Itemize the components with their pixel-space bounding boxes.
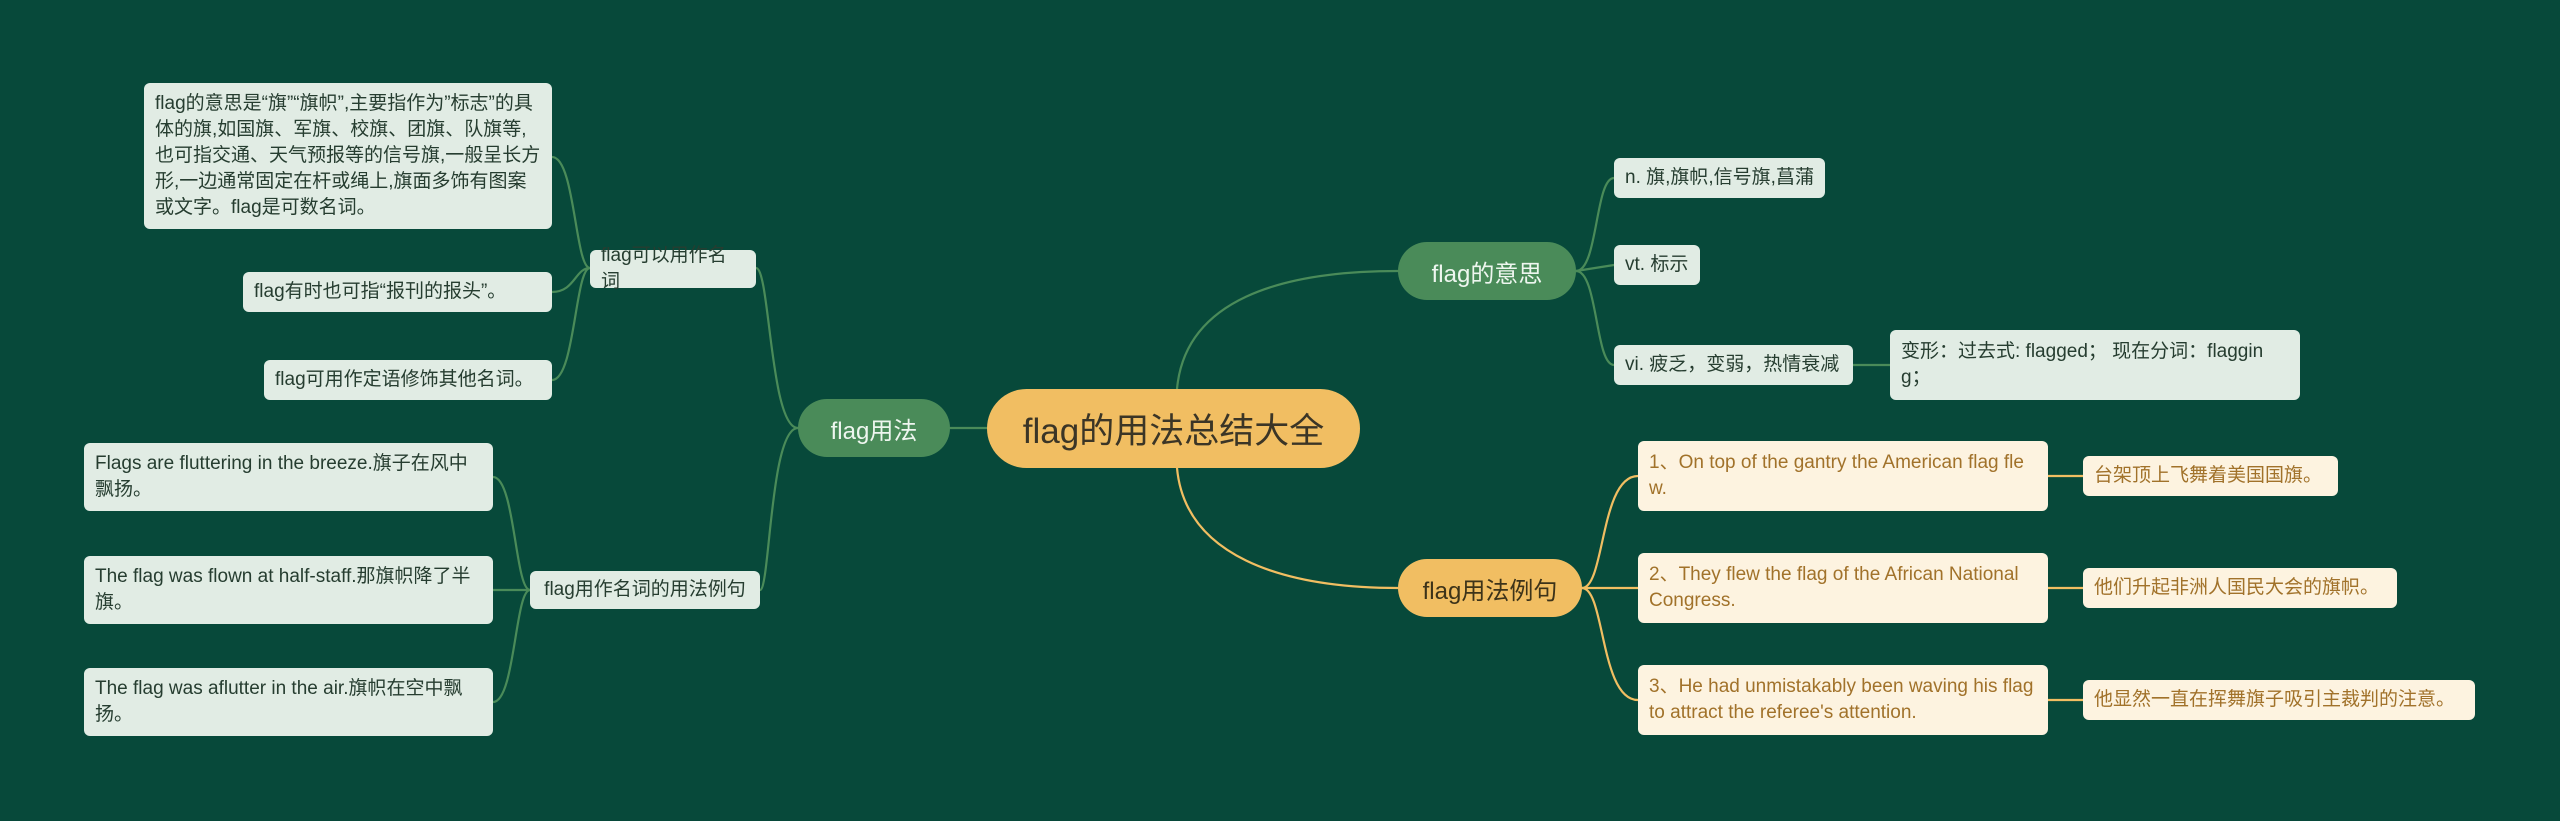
example-sentence-item[interactable]: Flags are fluttering in the breeze.旗子在风中…	[84, 443, 493, 511]
meaning-item[interactable]: vi. 疲乏，变弱，热情衰减	[1614, 345, 1853, 385]
mind-map-canvas: flag的用法总结大全 flag用法 flag可以用作名词 flag用作名词的用…	[0, 0, 2560, 821]
example-translation[interactable]: 他们升起非洲人国民大会的旗帜。	[2083, 568, 2397, 608]
noun-usage-item[interactable]: flag有时也可指“报刊的报头”。	[243, 272, 552, 312]
inflection-note[interactable]: 变形：过去式: flagged； 现在分词：flagging；	[1890, 330, 2300, 400]
link-meaning-n	[1574, 176, 1616, 273]
link-noun-item1	[550, 155, 592, 270]
link-example-1	[1580, 474, 1640, 590]
link-usage-noun	[754, 266, 800, 430]
noun-usage-item[interactable]: flag可用作定语修饰其他名词。	[264, 360, 552, 400]
root-topic[interactable]: flag的用法总结大全	[987, 389, 1360, 468]
example-english[interactable]: 3、He had unmistakably been waving his fl…	[1638, 665, 2048, 735]
link-noun-item2	[550, 266, 592, 294]
example-english[interactable]: 2、They flew the flag of the African Nati…	[1638, 553, 2048, 623]
noun-usage-item[interactable]: flag的意思是“旗”“旗帜”,主要指作为”标志”的具体的旗,如国旗、军旗、校旗…	[144, 83, 552, 229]
link-ex-item3	[491, 588, 532, 704]
link-root-examples	[1175, 466, 1400, 590]
meaning-item[interactable]: vt. 标示	[1614, 245, 1700, 285]
link-ex-item1	[491, 475, 532, 592]
link-root-meaning	[1175, 269, 1400, 391]
meaning-item[interactable]: n. 旗,旗帜,信号旗,菖蒲	[1614, 158, 1825, 198]
group-noun-examples[interactable]: flag用作名词的用法例句	[530, 571, 760, 609]
link-example-3	[1580, 586, 1640, 702]
link-meaning-vi	[1574, 269, 1616, 367]
example-translation[interactable]: 台架顶上飞舞着美国国旗。	[2083, 456, 2338, 496]
branch-flag-meaning[interactable]: flag的意思	[1398, 242, 1576, 300]
example-translation[interactable]: 他显然一直在挥舞旗子吸引主裁判的注意。	[2083, 680, 2475, 720]
branch-flag-examples[interactable]: flag用法例句	[1398, 559, 1582, 617]
group-noun-usage[interactable]: flag可以用作名词	[590, 245, 756, 292]
example-english[interactable]: 1、On top of the gantry the American flag…	[1638, 441, 2048, 511]
example-sentence-item[interactable]: The flag was flown at half-staff.那旗帜降了半旗…	[84, 556, 493, 624]
example-sentence-item[interactable]: The flag was aflutter in the air.旗帜在空中飘扬…	[84, 668, 493, 736]
link-usage-examples	[758, 426, 800, 592]
branch-flag-usage[interactable]: flag用法	[798, 399, 950, 457]
